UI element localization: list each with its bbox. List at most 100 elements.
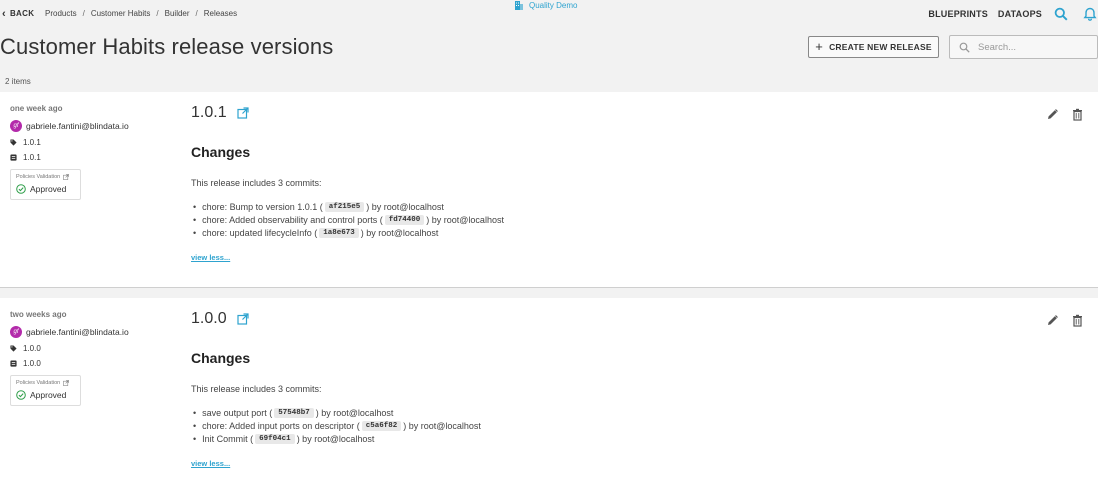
page-title: Customer Habits release versions — [0, 34, 334, 59]
commits-intro: This release includes 3 commits: — [191, 384, 322, 394]
edit-icon[interactable] — [1046, 108, 1059, 121]
version-icon — [10, 360, 17, 367]
delete-icon[interactable] — [1071, 314, 1084, 327]
delete-icon[interactable] — [1071, 108, 1084, 121]
release-body: 1.0.1 Changes This release includes 3 co… — [191, 104, 791, 265]
commit-author: ) by root@localhost — [296, 434, 375, 444]
release-version-meta: 1.0.1 — [10, 153, 170, 162]
plus-icon: + — [815, 39, 824, 54]
create-new-release-button[interactable]: + CREATE NEW RELEASE — [808, 36, 939, 58]
policies-validation-box[interactable]: Policies Validation Approved — [10, 169, 81, 200]
view-less-link[interactable]: view less... — [191, 253, 230, 262]
commit-message: chore: Added input ports on descriptor ( — [202, 421, 360, 431]
release-author: gf gabriele.fantini@blindata.io — [10, 120, 170, 132]
commit-message: Init Commit ( — [202, 434, 254, 444]
external-link-icon[interactable] — [236, 107, 249, 119]
commit-list: chore: Bump to version 1.0.1 ( af215e5 )… — [191, 202, 791, 238]
commit-author: ) by root@localhost — [426, 215, 504, 225]
commit-item: chore: Added observability and control p… — [191, 215, 791, 225]
edit-icon[interactable] — [1046, 314, 1059, 327]
version-number: 1.0.0 — [191, 310, 227, 327]
changes-heading: Changes — [191, 350, 251, 366]
create-button-label: CREATE NEW RELEASE — [829, 42, 932, 52]
breadcrumb-separator: / — [156, 9, 159, 18]
commit-hash: af215e5 — [324, 202, 365, 212]
author-email: gabriele.fantini@blindata.io — [26, 327, 129, 337]
release-meta: one week ago gf gabriele.fantini@blindat… — [10, 104, 170, 200]
commit-message: chore: updated lifecycleInfo ( — [202, 228, 318, 238]
commit-author: ) by root@localhost — [366, 202, 444, 212]
release-tag: 1.0.1 — [10, 138, 170, 147]
back-button[interactable]: ‹ BACK — [2, 7, 35, 20]
breadcrumb-releases[interactable]: Releases — [204, 9, 237, 18]
commit-item: Init Commit ( 69f04c1 ) by root@localhos… — [191, 434, 791, 444]
commit-hash: c5a6f82 — [361, 421, 402, 431]
release-actions — [1046, 314, 1084, 327]
tenant-label: Quality Demo — [529, 0, 578, 10]
commit-author: ) by root@localhost — [403, 421, 481, 431]
release-date: two weeks ago — [10, 310, 67, 319]
view-less-link[interactable]: view less... — [191, 459, 230, 468]
external-link-icon — [63, 174, 70, 180]
policy-status-label: Approved — [30, 390, 67, 400]
check-circle-icon — [16, 390, 26, 400]
release-meta: two weeks ago gf gabriele.fantini@blinda… — [10, 310, 170, 406]
external-link-icon — [63, 380, 70, 386]
release-version-meta: 1.0.0 — [10, 359, 170, 368]
release-date: one week ago — [10, 104, 63, 113]
breadcrumb: Products / Customer Habits / Builder / R… — [45, 9, 237, 18]
version-meta-label: 1.0.1 — [23, 153, 41, 162]
tag-icon — [10, 139, 17, 146]
release-version: 1.0.1 — [191, 104, 791, 122]
tenant-selector[interactable]: Quality Demo — [514, 0, 577, 10]
external-link-icon[interactable] — [236, 313, 249, 325]
bell-icon[interactable] — [1083, 7, 1097, 21]
top-nav: BLUEPRINTS DATAOPS — [928, 9, 1042, 19]
commit-message: chore: Added observability and control p… — [202, 215, 383, 225]
breadcrumb-products[interactable]: Products — [45, 9, 77, 18]
commits-intro: This release includes 3 commits: — [191, 178, 322, 188]
commit-author: ) by root@localhost — [315, 408, 394, 418]
chevron-left-icon: ‹ — [2, 7, 6, 20]
author-email: gabriele.fantini@blindata.io — [26, 121, 129, 131]
nav-blueprints[interactable]: BLUEPRINTS — [928, 9, 988, 19]
tag-label: 1.0.1 — [23, 138, 41, 147]
release-card: one week ago gf gabriele.fantini@blindat… — [0, 92, 1098, 288]
item-count: 2 items — [5, 77, 31, 86]
commit-hash: 69f04c1 — [255, 434, 295, 444]
commit-hash: fd74400 — [384, 215, 425, 225]
search-box — [949, 35, 1098, 59]
commit-message: chore: Bump to version 1.0.1 ( — [202, 202, 323, 212]
back-label: BACK — [9, 9, 35, 18]
nav-dataops[interactable]: DATAOPS — [998, 9, 1042, 19]
breadcrumb-customer-habits[interactable]: Customer Habits — [91, 9, 151, 18]
avatar: gf — [10, 120, 22, 132]
release-body: 1.0.0 Changes This release includes 3 co… — [191, 310, 791, 471]
release-actions — [1046, 108, 1084, 121]
policy-status-label: Approved — [30, 184, 67, 194]
version-meta-label: 1.0.0 — [23, 359, 41, 368]
avatar: gf — [10, 326, 22, 338]
policies-validation-box[interactable]: Policies Validation Approved — [10, 375, 81, 406]
building-icon — [515, 1, 523, 10]
tag-icon — [10, 345, 17, 352]
release-version: 1.0.0 — [191, 310, 791, 328]
tag-label: 1.0.0 — [23, 344, 41, 353]
release-card: two weeks ago gf gabriele.fantini@blinda… — [0, 298, 1098, 479]
version-number: 1.0.1 — [191, 104, 227, 121]
breadcrumb-builder[interactable]: Builder — [165, 9, 190, 18]
commit-item: chore: Bump to version 1.0.1 ( af215e5 )… — [191, 202, 791, 212]
breadcrumb-separator: / — [195, 9, 198, 18]
commit-item: chore: updated lifecycleInfo ( 1a8e673 )… — [191, 228, 791, 238]
commit-hash: 1a8e673 — [319, 228, 359, 238]
policies-validation-title: Policies Validation — [16, 380, 75, 386]
breadcrumb-separator: / — [82, 9, 85, 18]
policy-status: Approved — [16, 390, 75, 400]
search-icon[interactable] — [1054, 7, 1068, 21]
commit-list: save output port ( 57548b7 ) by root@loc… — [191, 408, 791, 444]
search-input[interactable] — [978, 41, 1088, 53]
release-tag: 1.0.0 — [10, 344, 170, 353]
release-author: gf gabriele.fantini@blindata.io — [10, 326, 170, 338]
commit-item: save output port ( 57548b7 ) by root@loc… — [191, 408, 791, 418]
policy-title-label: Policies Validation — [16, 174, 61, 180]
